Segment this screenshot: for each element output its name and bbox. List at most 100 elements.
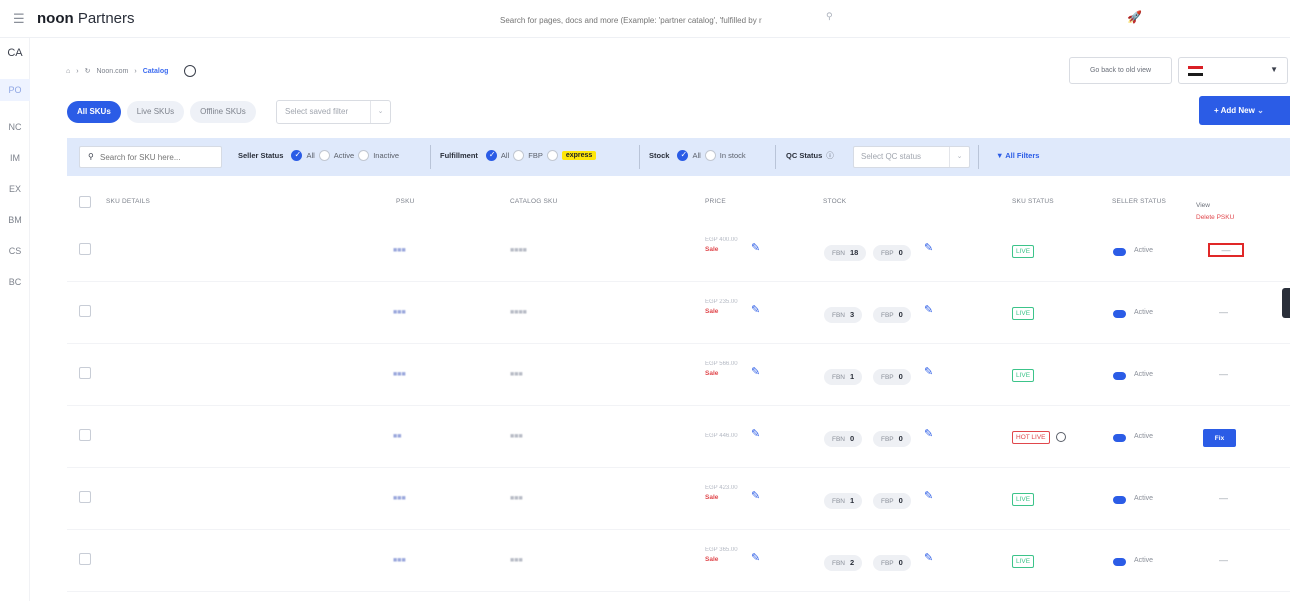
fbn-label: FBN <box>832 560 845 567</box>
sidenav-item-nc[interactable]: NC <box>0 122 30 132</box>
seller-status-toggle[interactable] <box>1113 496 1126 504</box>
row-action[interactable]: — <box>1219 555 1228 565</box>
tab-offline-skus[interactable]: Offline SKUs <box>190 101 256 123</box>
radio-seller-all[interactable] <box>291 150 303 161</box>
view-link[interactable]: View <box>1196 200 1234 212</box>
brand-logo[interactable]: noon Partners <box>37 10 135 27</box>
select-all-checkbox[interactable] <box>79 196 91 208</box>
radio-stock-instock[interactable] <box>704 150 716 161</box>
help-chat-icon[interactable] <box>184 65 197 77</box>
row-checkbox[interactable] <box>79 491 91 503</box>
home-icon[interactable]: ⌂ <box>66 68 70 75</box>
row-checkbox[interactable] <box>79 553 91 565</box>
row-checkbox[interactable] <box>79 429 91 441</box>
fix-button[interactable]: Fix <box>1203 429 1236 447</box>
fbn-stock-chip: FBN 18 <box>824 245 867 261</box>
edit-stock-pencil-icon[interactable]: ✎ <box>924 551 933 564</box>
edit-stock-pencil-icon[interactable]: ✎ <box>924 427 933 440</box>
seller-status-toggle[interactable] <box>1113 248 1126 256</box>
info-icon: ⓘ <box>826 151 834 160</box>
fbp-value: 0 <box>898 248 903 257</box>
table-row: ■■ ■■■ EGP 446.00 ✎ FBN 0 FBP 0 ✎ HOT LIVE… <box>67 406 1290 468</box>
edit-stock-pencil-icon[interactable]: ✎ <box>924 303 933 316</box>
psku-cell[interactable]: ■■■ <box>393 309 406 316</box>
radio-seller-inactive[interactable] <box>358 150 370 161</box>
fbn-value: 1 <box>850 372 855 381</box>
radio-fulfillment-all[interactable] <box>485 150 497 161</box>
edit-stock-pencil-icon[interactable]: ✎ <box>924 489 933 502</box>
stock-filter: Stock All In stock <box>649 150 746 161</box>
global-search-input[interactable] <box>500 11 860 29</box>
search-icon[interactable]: ⚲ <box>826 11 833 22</box>
edit-price-pencil-icon[interactable]: ✎ <box>751 365 760 378</box>
psku-cell[interactable]: ■■■ <box>393 247 406 254</box>
psku-cell[interactable]: ■■ <box>393 433 401 440</box>
sidenav-item-ca[interactable]: CA <box>0 47 30 59</box>
go-back-old-view-button[interactable]: Go back to old view <box>1069 57 1172 84</box>
edit-price-pencil-icon[interactable]: ✎ <box>751 303 760 316</box>
psku-cell[interactable]: ■■■ <box>393 495 406 502</box>
country-select[interactable]: ▼ <box>1178 57 1288 84</box>
table-row: ■■■ ■■■ EGP 365.00 Sale ✎ FBN 2 FBP 0 ✎ LI… <box>67 530 1290 592</box>
row-checkbox[interactable] <box>79 243 91 255</box>
option-label: All <box>306 151 315 160</box>
clock-icon[interactable] <box>1056 432 1066 442</box>
rocket-icon[interactable]: 🚀 <box>1127 10 1142 24</box>
seller-status-toggle[interactable] <box>1113 310 1126 318</box>
filter-bar: ⚲ Seller Status All Active Inactive Fulf… <box>67 138 1290 176</box>
edit-price-pencil-icon[interactable]: ✎ <box>751 551 760 564</box>
option-label: FBP <box>528 151 543 160</box>
seller-status-toggle[interactable] <box>1113 558 1126 566</box>
qc-status-select[interactable]: Select QC status ⌄ <box>853 146 970 168</box>
row-action[interactable]: — <box>1219 369 1228 379</box>
sidenav-item-cs[interactable]: CS <box>0 246 30 256</box>
row-action[interactable]: — <box>1219 307 1228 317</box>
seller-status-toggle[interactable] <box>1113 372 1126 380</box>
qc-status-placeholder: Select QC status <box>861 152 922 161</box>
table-row: ■■■ ■■■ EGP 566.00 Sale ✎ FBN 1 FBP 0 ✎ LI… <box>67 344 1290 406</box>
edit-stock-pencil-icon[interactable]: ✎ <box>924 241 933 254</box>
all-filters-button[interactable]: ▼ All Filters <box>996 151 1039 160</box>
sku-search[interactable]: ⚲ <box>79 146 222 168</box>
tab-all-skus[interactable]: All SKUs <box>67 101 121 123</box>
sidenav-item-bc[interactable]: BC <box>0 277 30 287</box>
fbn-value: 18 <box>850 248 859 257</box>
row-action[interactable]: — <box>1208 243 1244 257</box>
saved-filter-select[interactable]: Select saved filter ⌄ <box>276 100 391 124</box>
fbp-value: 0 <box>898 496 903 505</box>
fbn-label: FBN <box>832 436 845 443</box>
psku-cell[interactable]: ■■■ <box>393 371 406 378</box>
radio-seller-active[interactable] <box>318 150 330 161</box>
menu-icon[interactable]: ☰ <box>13 11 25 27</box>
add-new-button[interactable]: + Add New ⌄ <box>1199 96 1290 125</box>
breadcrumb-site[interactable]: Noon.com <box>96 68 128 75</box>
radio-fulfillment-fbp[interactable] <box>513 150 525 161</box>
seller-status-toggle[interactable] <box>1113 434 1126 442</box>
side-panel-handle[interactable] <box>1282 288 1290 318</box>
sidenav-item-bm[interactable]: BM <box>0 215 30 225</box>
seller-status-label: Active <box>1134 557 1154 564</box>
stock-label: Stock <box>649 151 670 160</box>
search-icon: ⚲ <box>88 152 94 161</box>
noon-icon: ↻ <box>84 68 91 75</box>
seller-status-label: Active <box>1134 309 1154 316</box>
psku-cell[interactable]: ■■■ <box>393 557 406 564</box>
seller-status-label: Active <box>1134 433 1154 440</box>
catalog-sku-cell: ■■■ <box>510 433 523 440</box>
sidenav-item-im[interactable]: IM <box>0 153 30 163</box>
edit-price-pencil-icon[interactable]: ✎ <box>751 241 760 254</box>
sidenav-item-po[interactable]: PO <box>0 79 30 101</box>
row-action[interactable]: — <box>1219 493 1228 503</box>
breadcrumb-current: Catalog <box>142 67 169 75</box>
sku-search-input[interactable] <box>100 150 218 165</box>
radio-fulfillment-express[interactable] <box>546 150 558 161</box>
tab-live-skus[interactable]: Live SKUs <box>126 101 185 123</box>
row-checkbox[interactable] <box>79 367 91 379</box>
chevron-down-icon: ⌄ <box>370 101 390 123</box>
sidenav-item-ex[interactable]: EX <box>0 184 30 194</box>
edit-price-pencil-icon[interactable]: ✎ <box>751 489 760 502</box>
edit-price-pencil-icon[interactable]: ✎ <box>751 427 760 440</box>
row-checkbox[interactable] <box>79 305 91 317</box>
radio-stock-all[interactable] <box>677 150 689 161</box>
edit-stock-pencil-icon[interactable]: ✎ <box>924 365 933 378</box>
